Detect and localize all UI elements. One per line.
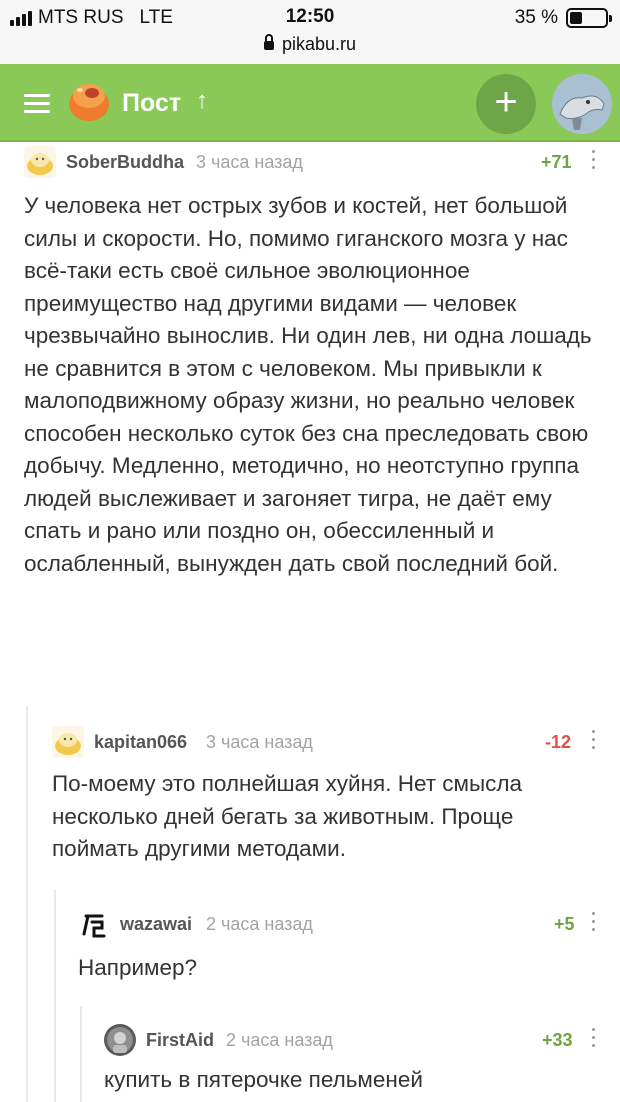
comment: kapitan066 3 часа назад -12 По-моему это…	[52, 726, 604, 876]
pikabu-logo[interactable]	[66, 78, 112, 124]
lock-icon	[263, 34, 274, 50]
comment-text: У человека нет острых зубов и костей, не…	[24, 193, 592, 576]
address-bar[interactable]: pikabu.ru	[0, 34, 620, 64]
comment-author[interactable]: kapitan066	[94, 732, 187, 753]
thread-line	[26, 706, 28, 1102]
user-avatar[interactable]	[552, 74, 612, 134]
comment-header: FirstAid 2 часа назад +33	[104, 1024, 604, 1056]
comment-header: wazawai 2 часа назад +5	[78, 908, 604, 940]
comment-header: SoberBuddha 3 часа назад +71	[24, 146, 604, 178]
comment-text: купить в пятерочке пельменей	[104, 1067, 423, 1092]
add-post-button[interactable]: +	[476, 74, 536, 134]
arrow-up-icon[interactable]: ↑	[196, 87, 208, 115]
comment-time: 2 часа назад	[206, 914, 313, 934]
page-title: Пост	[122, 89, 182, 117]
comment-author[interactable]: wazawai	[120, 914, 192, 935]
status-bar: MTS RUS LTE 12:50 35 %	[0, 0, 620, 34]
more-options-icon[interactable]	[591, 150, 597, 172]
comment-score: -12	[545, 732, 572, 752]
comment-time: 3 часа назад	[196, 152, 303, 172]
comment-text: По-моему это полнейшая хуйня. Нет смысла…	[52, 771, 523, 861]
comment-score: +71	[541, 152, 572, 172]
comment-score: +33	[542, 1030, 573, 1050]
thread-line	[80, 1006, 82, 1102]
avatar[interactable]	[24, 146, 56, 178]
avatar[interactable]	[52, 726, 84, 758]
comment: wazawai 2 часа назад +5 Например?	[78, 908, 604, 988]
comment-time: 3 часа назад	[206, 732, 313, 752]
menu-icon[interactable]	[24, 94, 50, 114]
battery-percent: 35 %	[514, 7, 558, 28]
status-right: 35 %	[514, 7, 612, 29]
app-header: Пост ↑ +	[0, 64, 620, 142]
more-options-icon[interactable]	[591, 1028, 597, 1050]
more-options-icon[interactable]	[591, 912, 597, 934]
battery-icon	[566, 8, 612, 28]
comment-header: kapitan066 3 часа назад -12	[52, 726, 604, 758]
comment-text: Например?	[78, 955, 198, 980]
avatar[interactable]	[78, 908, 110, 940]
comment-score: +5	[554, 914, 575, 934]
comment: FirstAid 2 часа назад +33 купить в пятер…	[104, 1024, 604, 1102]
avatar[interactable]	[104, 1024, 136, 1056]
comment-author[interactable]: FirstAid	[146, 1030, 214, 1051]
comment: SoberBuddha 3 часа назад +71 У человека …	[24, 146, 604, 691]
comment-time: 2 часа назад	[226, 1030, 333, 1050]
more-options-icon[interactable]	[591, 730, 597, 752]
thread-line	[54, 890, 56, 1102]
url-domain: pikabu.ru	[281, 34, 357, 54]
comment-author[interactable]: SoberBuddha	[66, 152, 184, 173]
